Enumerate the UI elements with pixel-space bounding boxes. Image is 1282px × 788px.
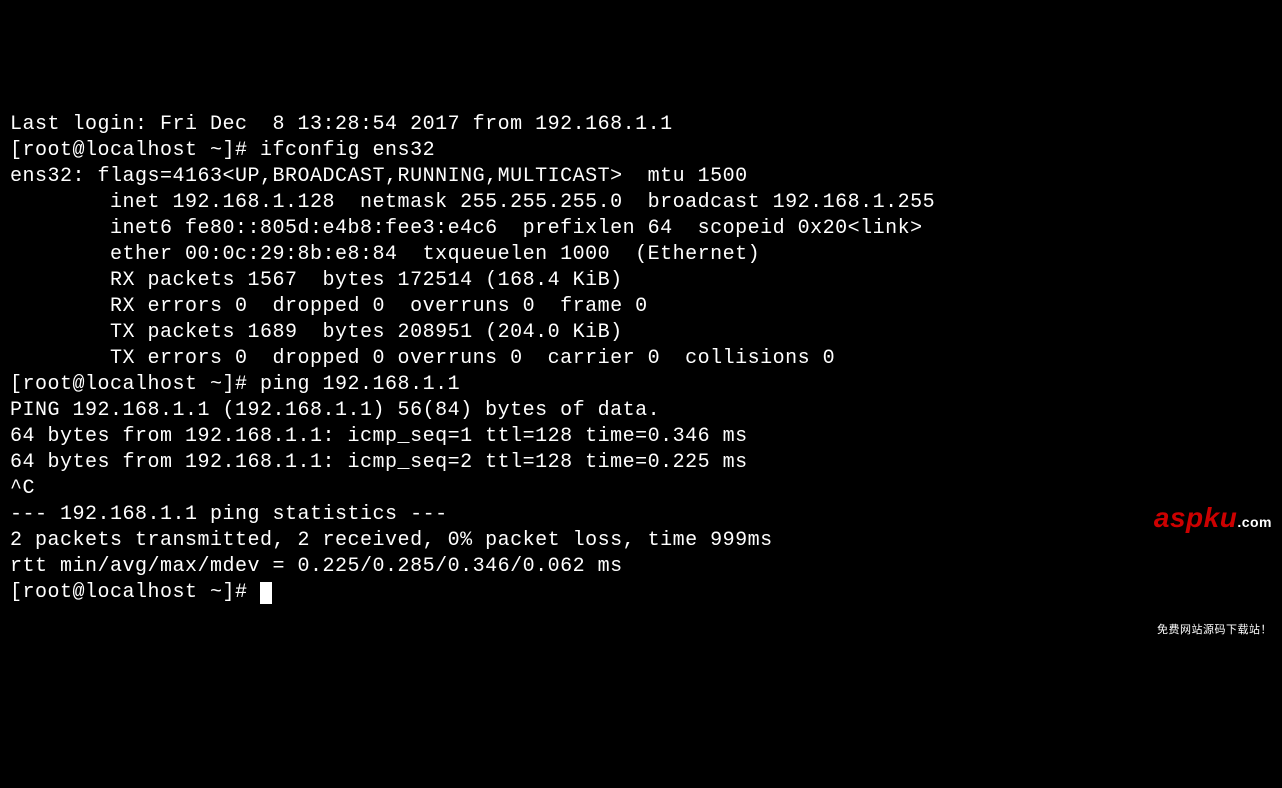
terminal-line: inet6 fe80::805d:e4b8:fee3:e4c6 prefixle… [10,216,1272,242]
watermark-brand-suffix: .com [1237,514,1272,530]
watermark-brand-red: aspku [1154,502,1237,533]
terminal-line: ether 00:0c:29:8b:e8:84 txqueuelen 1000 … [10,242,1272,268]
watermark-brand: aspku.com [1121,464,1272,573]
terminal-line: [root@localhost ~]# ifconfig ens32 [10,138,1272,164]
terminal-line: [root@localhost ~]# ping 192.168.1.1 [10,372,1272,398]
terminal-output[interactable]: Last login: Fri Dec 8 13:28:54 2017 from… [10,112,1272,606]
terminal-line: 64 bytes from 192.168.1.1: icmp_seq=1 tt… [10,424,1272,450]
terminal-line: Last login: Fri Dec 8 13:28:54 2017 from… [10,112,1272,138]
watermark-tagline: 免费网站源码下载站！ [1121,623,1272,637]
terminal-line: --- 192.168.1.1 ping statistics --- [10,502,1272,528]
watermark: aspku.com 免费网站源码下载站！ [1121,412,1272,663]
cursor [260,582,272,604]
terminal-line: PING 192.168.1.1 (192.168.1.1) 56(84) by… [10,398,1272,424]
terminal-line: [root@localhost ~]# [10,580,1272,606]
terminal-line: TX errors 0 dropped 0 overruns 0 carrier… [10,346,1272,372]
terminal-line: RX packets 1567 bytes 172514 (168.4 KiB) [10,268,1272,294]
terminal-line: rtt min/avg/max/mdev = 0.225/0.285/0.346… [10,554,1272,580]
terminal-line: 64 bytes from 192.168.1.1: icmp_seq=2 tt… [10,450,1272,476]
terminal-line: 2 packets transmitted, 2 received, 0% pa… [10,528,1272,554]
terminal-line: TX packets 1689 bytes 208951 (204.0 KiB) [10,320,1272,346]
terminal-line: ^C [10,476,1272,502]
terminal-line: inet 192.168.1.128 netmask 255.255.255.0… [10,190,1272,216]
terminal-line: RX errors 0 dropped 0 overruns 0 frame 0 [10,294,1272,320]
terminal-line: ens32: flags=4163<UP,BROADCAST,RUNNING,M… [10,164,1272,190]
